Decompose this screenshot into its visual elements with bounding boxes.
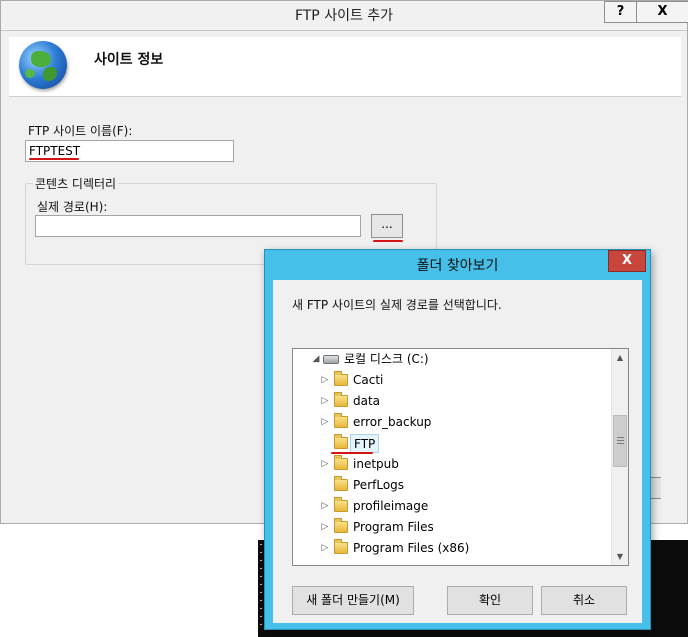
folder-icon [334,476,348,491]
tree-item-cacti[interactable]: ▷ Cacti [293,370,611,391]
tree-item-label: data [353,394,381,408]
tree-item-program-files[interactable]: ▷ Program Files [293,517,611,538]
dialog-title: FTP 사이트 추가 [1,1,687,31]
folder-icon [334,497,348,512]
folder-icon [334,434,348,449]
close-button[interactable]: X [636,1,688,23]
browse-dialog-title: 폴더 찾아보기 [416,258,499,274]
tree-item-label: inetpub [353,457,399,471]
tree-item-label: error_backup [353,415,432,429]
help-button[interactable]: ? [604,1,637,23]
ok-button[interactable]: 확인 [447,586,533,615]
globe-icon [19,41,67,89]
header-band: 사이트 정보 [9,37,681,97]
tree-item-label: Program Files [353,520,434,534]
folder-icon [334,455,348,470]
browse-description: 새 FTP 사이트의 실제 경로를 선택합니다. [292,298,502,312]
tree-item-local-disk[interactable]: ◢ 로컬 디스크 (C:) [293,349,611,370]
folder-icon [334,392,348,407]
annotation-underline-site-name [29,158,79,160]
folder-icon [334,413,348,428]
scrollbar-thumb[interactable] [613,415,627,467]
collapse-arrow-icon[interactable]: ◢ [311,349,321,370]
cancel-button[interactable]: 취소 [541,586,627,615]
expand-arrow-icon[interactable]: ▷ [320,454,330,475]
drive-icon [323,355,339,364]
browse-button[interactable]: ... [371,214,403,238]
folder-icon [334,518,348,533]
tree-item-label: Program Files (x86) [353,541,470,555]
scroll-up-icon[interactable]: ▲ [612,349,628,366]
tree-item-profileimage[interactable]: ▷ profileimage [293,496,611,517]
site-name-label: FTP 사이트 이름(F): [28,124,133,138]
tree-item-perflogs[interactable]: PerfLogs [293,475,611,496]
browse-dialog-body: 새 FTP 사이트의 실제 경로를 선택합니다. ◢ 로컬 디스크 (C:) ▷… [273,280,642,623]
new-folder-button[interactable]: 새 폴더 만들기(M) [292,586,414,615]
tree-item-ftp[interactable]: FTP [293,433,611,454]
page-title: 사이트 정보 [94,52,164,68]
expand-arrow-icon[interactable]: ▷ [320,412,330,433]
annotation-underline-browse [373,240,403,242]
tree-scrollbar[interactable]: ▲ ▼ [611,349,628,565]
expand-arrow-icon[interactable]: ▷ [320,391,330,412]
folder-icon [334,371,348,386]
tree-item-label: FTP [350,434,380,453]
content-directory-label: 콘텐츠 디렉터리 [33,175,119,192]
folder-icon [334,539,348,554]
expand-arrow-icon[interactable]: ▷ [320,496,330,517]
tree-item-label: Cacti [353,373,384,387]
folder-tree[interactable]: ◢ 로컬 디스크 (C:) ▷ Cacti ▷ data ▷ error_bac… [292,348,629,566]
expand-arrow-icon[interactable]: ▷ [320,370,330,391]
browse-folder-dialog: 폴더 찾아보기 X 새 FTP 사이트의 실제 경로를 선택합니다. ◢ 로컬 … [264,249,651,630]
tree-item-inetpub[interactable]: ▷ inetpub [293,454,611,475]
tree-item-data[interactable]: ▷ data [293,391,611,412]
tree-item-label: PerfLogs [353,478,405,492]
expand-arrow-icon[interactable]: ▷ [320,517,330,538]
physical-path-input[interactable] [35,215,361,237]
tree-item-label: 로컬 디스크 (C:) [344,352,429,366]
expand-arrow-icon[interactable]: ▷ [320,538,330,559]
tree-item-error-backup[interactable]: ▷ error_backup [293,412,611,433]
tree-item-program-files-x86[interactable]: ▷ Program Files (x86) [293,538,611,559]
physical-path-label: 실제 경로(H): [37,200,108,214]
tree-item-label: profileimage [353,499,429,513]
scroll-down-icon[interactable]: ▼ [612,548,628,565]
browse-close-button[interactable]: X [608,250,646,272]
